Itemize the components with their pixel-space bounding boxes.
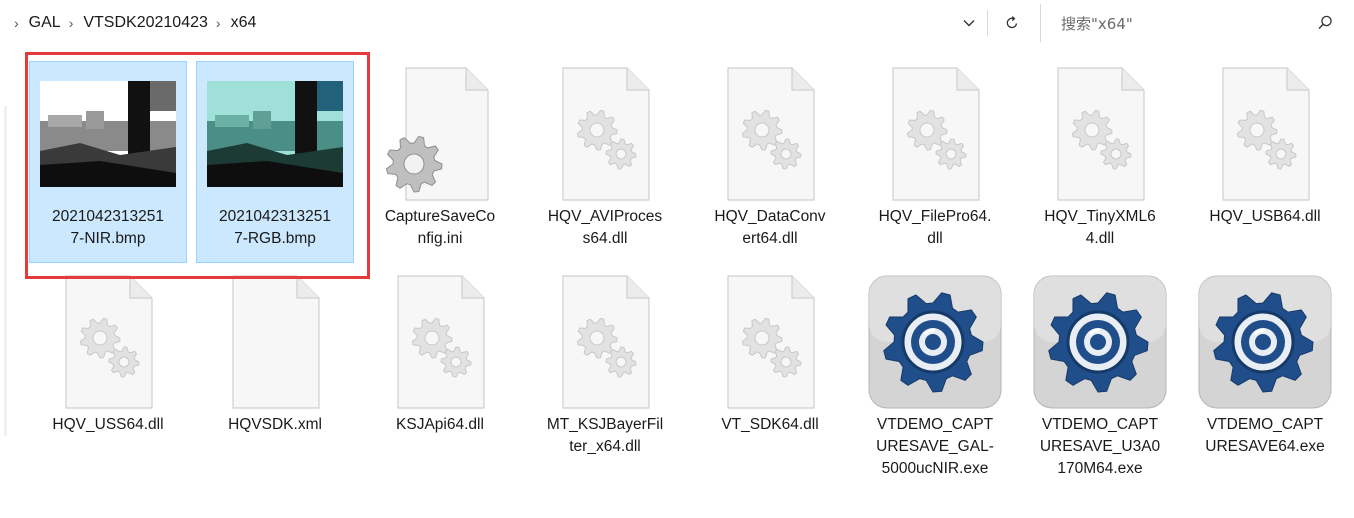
file-name-label: MT_KSJBayerFil <box>546 416 664 433</box>
file-item[interactable]: CaptureSaveCo nfig.ini <box>362 62 518 262</box>
dll-file-icon <box>362 270 518 414</box>
file-item[interactable]: VTDEMO_CAPT URESAVE_GAL- 5000ucNIR.exe <box>857 270 1013 500</box>
refresh-button[interactable] <box>995 8 1029 38</box>
file-name-label: 4.dll <box>1085 230 1115 247</box>
breadcrumb-separator[interactable]: › <box>14 15 19 31</box>
file-name-label: HQV_DataConv <box>714 208 826 225</box>
file-name-label: URESAVE_U3A0 <box>1039 438 1161 455</box>
file-name-label: 5000ucNIR.exe <box>881 460 989 477</box>
dll-file-icon <box>527 270 683 414</box>
file-name-label: HQV_TinyXML6 <box>1044 208 1156 225</box>
breadcrumb: › GAL › VTSDK20210423 › x64 <box>8 0 258 46</box>
file-name-label: HQV_FilePro64. <box>878 208 992 225</box>
file-name-label: 2021042313251 <box>51 208 165 225</box>
config-file-gear-icon <box>362 62 518 206</box>
file-name-label: VTDEMO_CAPT <box>1206 416 1324 433</box>
dll-file-icon <box>1022 62 1178 206</box>
file-item[interactable]: HQV_FilePro64.dll <box>857 62 1013 262</box>
file-item[interactable]: HQV_USB64.dll <box>1187 62 1343 262</box>
file-item[interactable]: VT_SDK64.dll <box>692 270 848 500</box>
file-item[interactable]: VTDEMO_CAPT URESAVE64.exe <box>1187 270 1343 500</box>
app-gear-camera-icon <box>1187 270 1343 414</box>
file-name-label: 170M64.exe <box>1057 460 1143 477</box>
search-icon[interactable] <box>1309 7 1341 39</box>
file-name-label: CaptureSaveCo <box>384 208 496 225</box>
dll-file-icon <box>692 270 848 414</box>
file-item[interactable]: HQV_AVIProces s64.dll <box>527 62 683 262</box>
file-item[interactable]: KSJApi64.dll <box>362 270 518 500</box>
file-name-label: 7-NIR.bmp <box>70 230 146 247</box>
file-name-label: HQV_AVIProces <box>547 208 663 225</box>
dll-file-icon <box>692 62 848 206</box>
dll-file-icon <box>1187 62 1343 206</box>
image-thumbnail-icon <box>197 62 353 206</box>
file-name-label: URESAVE_GAL- <box>876 438 994 455</box>
file-name-label: ert64.dll <box>742 230 798 247</box>
file-item[interactable]: MT_KSJBayerFil ter_x64.dll <box>527 270 683 500</box>
dll-file-icon <box>30 270 186 414</box>
file-name-label: VT_SDK64.dll <box>721 416 819 433</box>
file-item[interactable]: VTDEMO_CAPT URESAVE_U3A0 170M64.exe <box>1022 270 1178 500</box>
file-name-label: HQV_USS64.dll <box>52 416 164 433</box>
breadcrumb-item-x64[interactable]: x64 <box>229 14 259 32</box>
blank-file-icon <box>197 270 353 414</box>
dll-file-icon <box>857 62 1013 206</box>
breadcrumb-item-vtsdk[interactable]: VTSDK20210423 <box>81 14 210 32</box>
file-item[interactable]: HQVSDK.xml <box>197 270 353 500</box>
file-item[interactable]: HQV_TinyXML6 4.dll <box>1022 62 1178 262</box>
file-item[interactable]: 2021042313251 7-RGB.bmp <box>196 61 354 263</box>
file-name-label: HQV_USB64.dll <box>1209 208 1321 225</box>
app-gear-camera-icon <box>857 270 1013 414</box>
file-name-label: nfig.ini <box>417 230 463 247</box>
address-history-button[interactable] <box>952 8 986 38</box>
image-thumbnail-icon <box>30 62 186 206</box>
file-name-label: 2021042313251 <box>218 208 332 225</box>
file-item[interactable]: 2021042313251 7-NIR.bmp <box>29 61 187 263</box>
search-input[interactable]: 搜索"x64" <box>1047 4 1347 42</box>
dll-file-icon <box>527 62 683 206</box>
file-item[interactable]: HQV_DataConv ert64.dll <box>692 62 848 262</box>
file-name-label: s64.dll <box>582 230 628 247</box>
divider <box>1040 4 1041 42</box>
breadcrumb-item-gal[interactable]: GAL <box>27 14 63 32</box>
file-name-label: VTDEMO_CAPT <box>876 416 994 433</box>
breadcrumb-separator[interactable]: › <box>216 15 221 31</box>
search-placeholder[interactable]: 搜索"x64" <box>1047 13 1309 34</box>
file-name-label: KSJApi64.dll <box>396 416 484 433</box>
breadcrumb-separator[interactable]: › <box>69 15 74 31</box>
refresh-icon <box>1006 16 1018 29</box>
file-name-label: VTDEMO_CAPT <box>1041 416 1159 433</box>
file-name-label: 7-RGB.bmp <box>234 230 316 247</box>
file-name-label: URESAVE64.exe <box>1205 438 1325 455</box>
file-name-label: ter_x64.dll <box>569 438 641 455</box>
file-grid: 2021042313251 7-NIR.bmp 2021042313251 7-RGB… <box>0 46 1354 518</box>
divider <box>987 10 988 36</box>
file-item[interactable]: HQV_USS64.dll <box>30 270 186 500</box>
chevron-down-icon <box>963 20 975 27</box>
app-gear-camera-icon <box>1022 270 1178 414</box>
file-name-label: dll <box>927 230 943 247</box>
file-name-label: HQVSDK.xml <box>228 416 322 433</box>
address-bar: › GAL › VTSDK20210423 › x64 搜索"x64" <box>0 0 1354 46</box>
